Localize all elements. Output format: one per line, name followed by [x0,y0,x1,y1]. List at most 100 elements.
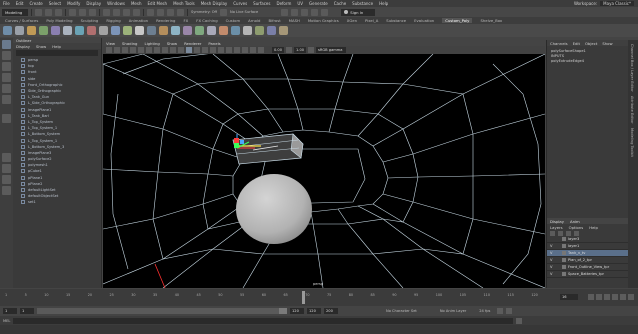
animation-end-field[interactable]: 200 [324,308,338,314]
shelf-tab[interactable]: FX Caching [196,18,217,23]
go-to-end-icon[interactable] [628,294,634,300]
menu-mesh-display[interactable]: Mesh Display [201,1,228,6]
menu-cache[interactable]: Cache [334,1,346,6]
open-scene-icon[interactable] [45,8,52,16]
bookmark-icon[interactable] [122,47,128,53]
shelf-tab[interactable]: Poly Modeling [46,18,72,23]
new-layer-icon[interactable] [566,230,571,236]
paint-icon[interactable] [301,8,309,16]
menu-mesh[interactable]: Mesh [131,1,142,6]
scale-tool-icon[interactable] [2,95,11,104]
layer-visibility-toggle[interactable]: V [550,251,554,255]
xray-mode-icon[interactable] [258,47,264,53]
range-start-field[interactable]: 1 [3,308,17,314]
viewport-menu-item[interactable]: View [106,41,115,46]
isolate-select-icon[interactable] [242,47,248,53]
shelf-tab[interactable]: MASH [289,18,300,23]
layer-row[interactable]: V Plan_of_2_tpr [547,257,628,264]
layer-menu-item[interactable]: Layers [550,225,563,230]
current-time-marker[interactable] [302,291,305,304]
xray-joints-icon[interactable] [250,47,256,53]
history-icon[interactable] [147,8,154,16]
sphere-object[interactable] [236,174,312,244]
outliner-search-input[interactable] [16,50,98,56]
current-frame-field[interactable]: 16 [560,294,578,300]
layer-color-swatch[interactable] [562,265,566,269]
step-forward-icon[interactable] [620,294,626,300]
menu-substance[interactable]: Substance [352,1,373,6]
command-input[interactable] [13,317,514,324]
workspace-selector[interactable]: Workspace: Maya Classic* [574,0,634,7]
shelf-tool-icon[interactable] [39,26,48,35]
shelf-tool-icon[interactable] [123,26,132,35]
layer-row[interactable]: layer3 [547,236,628,243]
gate-mask-icon[interactable] [162,47,168,53]
shelf-tool-icon[interactable] [195,26,204,35]
perspective-viewport[interactable] [103,54,545,288]
wireframe-on-shaded-icon[interactable] [202,47,208,53]
shelf-tab[interactable]: Bifrost [268,18,280,23]
render-settings-icon[interactable] [177,8,184,16]
shelf-tab[interactable]: Substance [386,18,406,23]
exposure-field[interactable]: 0.00 [272,47,285,53]
shelf-tool-icon[interactable] [135,26,144,35]
shelf-tab[interactable]: Rigging [106,18,120,23]
view-transform-dropdown[interactable]: sRGB gamma [316,47,347,53]
script-editor-icon[interactable] [516,317,523,324]
grid-toggle-icon[interactable] [138,47,144,53]
ipr-render-icon[interactable] [167,8,174,16]
textured-icon[interactable] [210,47,216,53]
shelf-tool-icon[interactable] [171,26,180,35]
menu-edit-mesh[interactable]: Edit Mesh [148,1,168,6]
input-node-name[interactable]: polyExtrudeEdge4 [551,59,628,64]
select-component-icon[interactable] [89,8,96,16]
wireframe-icon[interactable] [186,47,192,53]
anim-layer-dropdown[interactable]: No Anim Layer [440,309,466,313]
shelf-tool-icon[interactable] [207,26,216,35]
menu-mesh-tools[interactable]: Mesh Tools [173,1,195,6]
move-tool-icon[interactable] [2,73,11,82]
layer-tab[interactable]: Anim [570,219,580,224]
side-tab[interactable]: Modeling Toolkit [630,128,634,157]
menu-generate[interactable]: Generate [309,1,328,6]
workspace-value[interactable]: Maya Classic* [600,1,634,6]
shelf-tool-icon[interactable] [159,26,168,35]
layer-up-icon[interactable] [550,230,555,236]
shelf-tab[interactable]: Custom [226,18,241,23]
field-chart-icon[interactable] [170,47,176,53]
film-gate-icon[interactable] [146,47,152,53]
sign-in-button[interactable]: Sign In [341,8,376,16]
shelf-tool-icon[interactable] [51,26,60,35]
shelf-tool-icon[interactable] [63,26,72,35]
shelf-tab[interactable]: Sculpting [81,18,99,23]
channel-menu-item[interactable]: Edit [573,41,580,46]
shelf-tool-icon[interactable] [3,26,12,35]
layer-visibility-toggle[interactable]: V [550,258,554,262]
layout-single-icon[interactable] [2,153,11,162]
xray-icon[interactable] [281,8,289,16]
lights-icon[interactable] [218,47,224,53]
layer-tab[interactable]: Display [550,219,564,224]
menu-help[interactable]: Help [379,1,388,6]
shelf-tool-icon[interactable] [255,26,264,35]
image-plane-icon[interactable] [130,47,136,53]
layout-four-icon[interactable] [2,164,11,173]
camera-attr-icon[interactable] [114,47,120,53]
layer-color-swatch[interactable] [562,237,566,241]
shelf-tab[interactable]: Animation [129,18,148,23]
viewport-menu-item[interactable]: Panels [208,41,220,46]
channel-menu-item[interactable]: Show [602,41,612,46]
shelf-tool-icon[interactable] [279,26,288,35]
character-set-dropdown[interactable]: No Character Set [386,309,417,313]
camera-icon[interactable] [311,8,319,16]
layer-row[interactable]: Vlayer1 [547,243,628,250]
snap-point-icon[interactable] [123,8,130,16]
select-hierarchy-icon[interactable] [69,8,76,16]
shelf-tab[interactable]: Evaluation [414,18,434,23]
shelf-tab[interactable]: FX [183,18,188,23]
outliner-item[interactable]: set1 [13,199,101,205]
new-layer-selected-icon[interactable] [574,230,579,236]
shelf-tool-icon[interactable] [111,26,120,35]
viewport-menu-item[interactable]: Lighting [144,41,159,46]
viewport-menu-item[interactable]: Renderer [184,41,201,46]
